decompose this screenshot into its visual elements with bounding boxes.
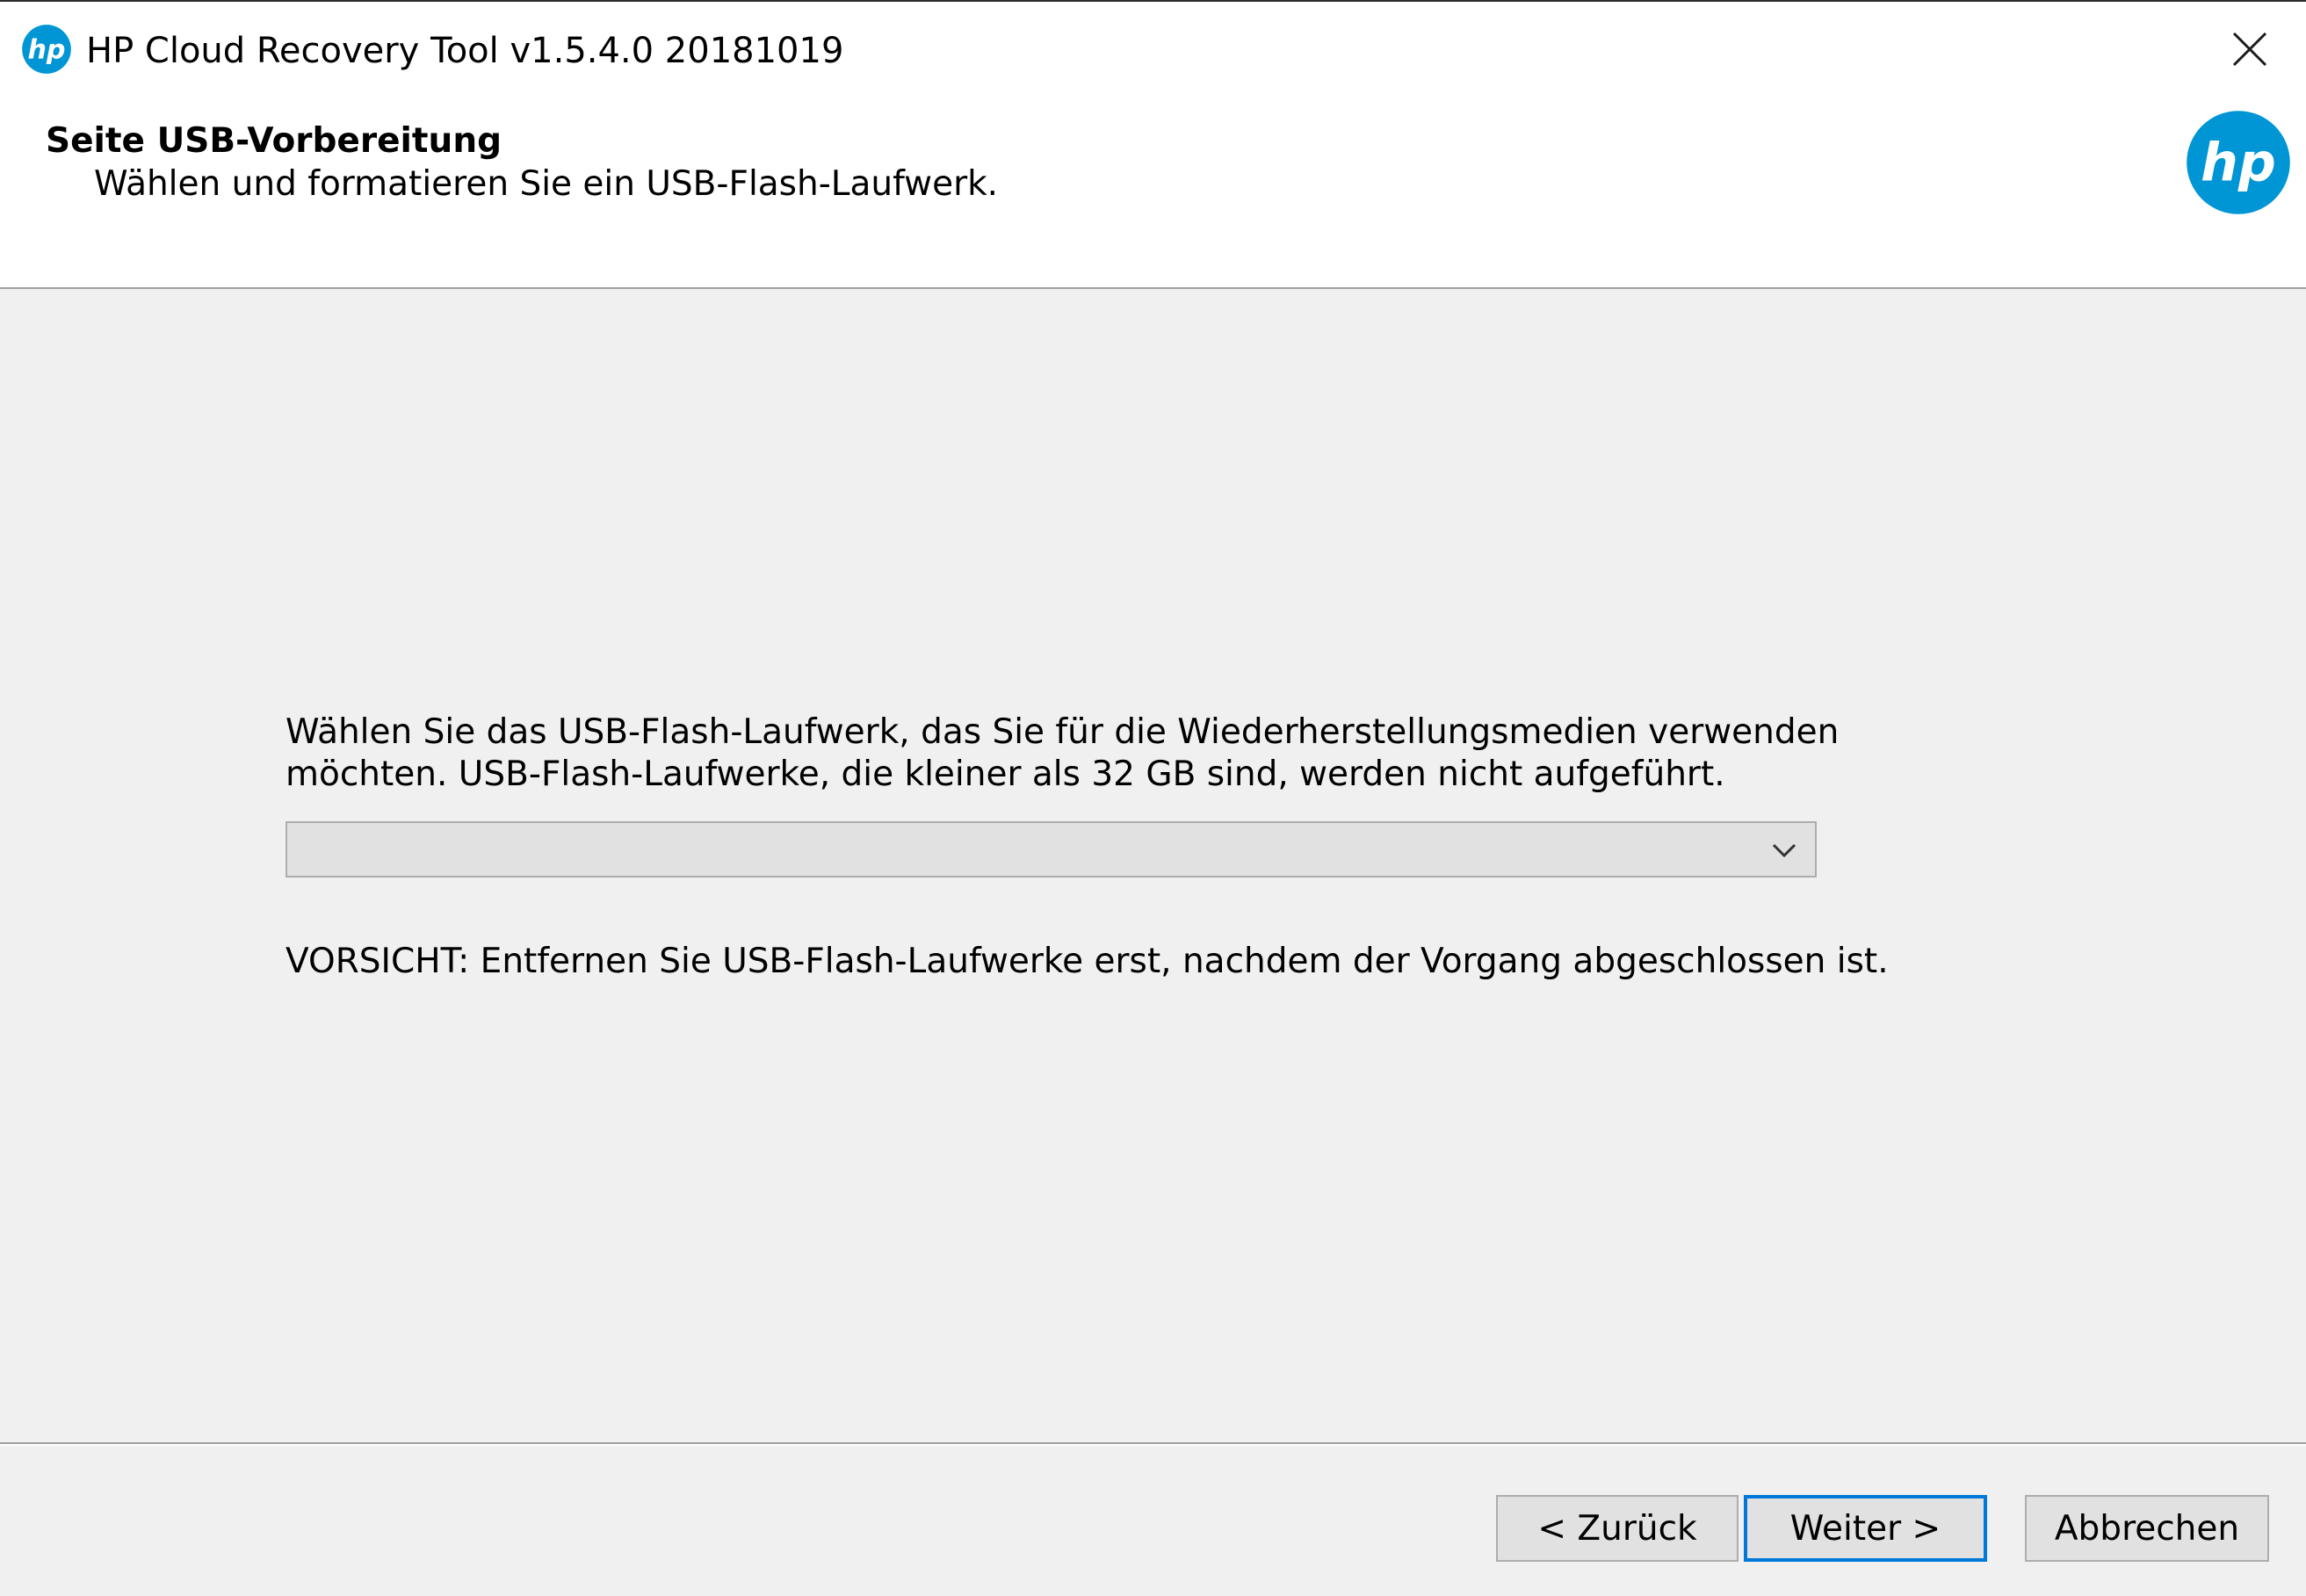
page-title: Seite USB-Vorbereitung xyxy=(46,121,502,161)
chevron-down-icon xyxy=(1772,843,1796,858)
footer-divider xyxy=(0,1444,2306,1446)
usb-drive-dropdown[interactable] xyxy=(286,821,1817,877)
caution-text: VORSICHT: Entfernen Sie USB-Flash-Laufwe… xyxy=(286,942,1889,981)
back-button[interactable]: < Zurück xyxy=(1496,1495,1739,1562)
hp-logo-icon: hp xyxy=(2187,111,2290,214)
svg-text:hp: hp xyxy=(2201,132,2276,193)
page-subtitle: Wählen und formatieren Sie ein USB-Flash… xyxy=(94,164,999,204)
close-button[interactable] xyxy=(2210,18,2289,81)
instruction-line: Wählen Sie das USB-Flash-Laufwerk, das S… xyxy=(286,712,1840,752)
wizard-header: hp HP Cloud Recovery Tool v1.5.4.0 20181… xyxy=(0,0,2306,289)
next-button[interactable]: Weiter > xyxy=(1744,1495,1987,1562)
close-icon xyxy=(2232,32,2267,67)
instruction-text: Wählen Sie das USB-Flash-Laufwerk, das S… xyxy=(286,711,2042,796)
instruction-line: möchten. USB-Flash-Laufwerke, die kleine… xyxy=(286,755,1725,794)
wizard-window: hp HP Cloud Recovery Tool v1.5.4.0 20181… xyxy=(0,0,2306,1596)
svg-text:hp: hp xyxy=(27,34,65,65)
window-title: HP Cloud Recovery Tool v1.5.4.0 20181019 xyxy=(86,31,844,71)
window-border xyxy=(0,0,2306,2)
hp-logo-icon: hp xyxy=(22,25,71,74)
cancel-button[interactable]: Abbrechen xyxy=(2025,1495,2269,1562)
